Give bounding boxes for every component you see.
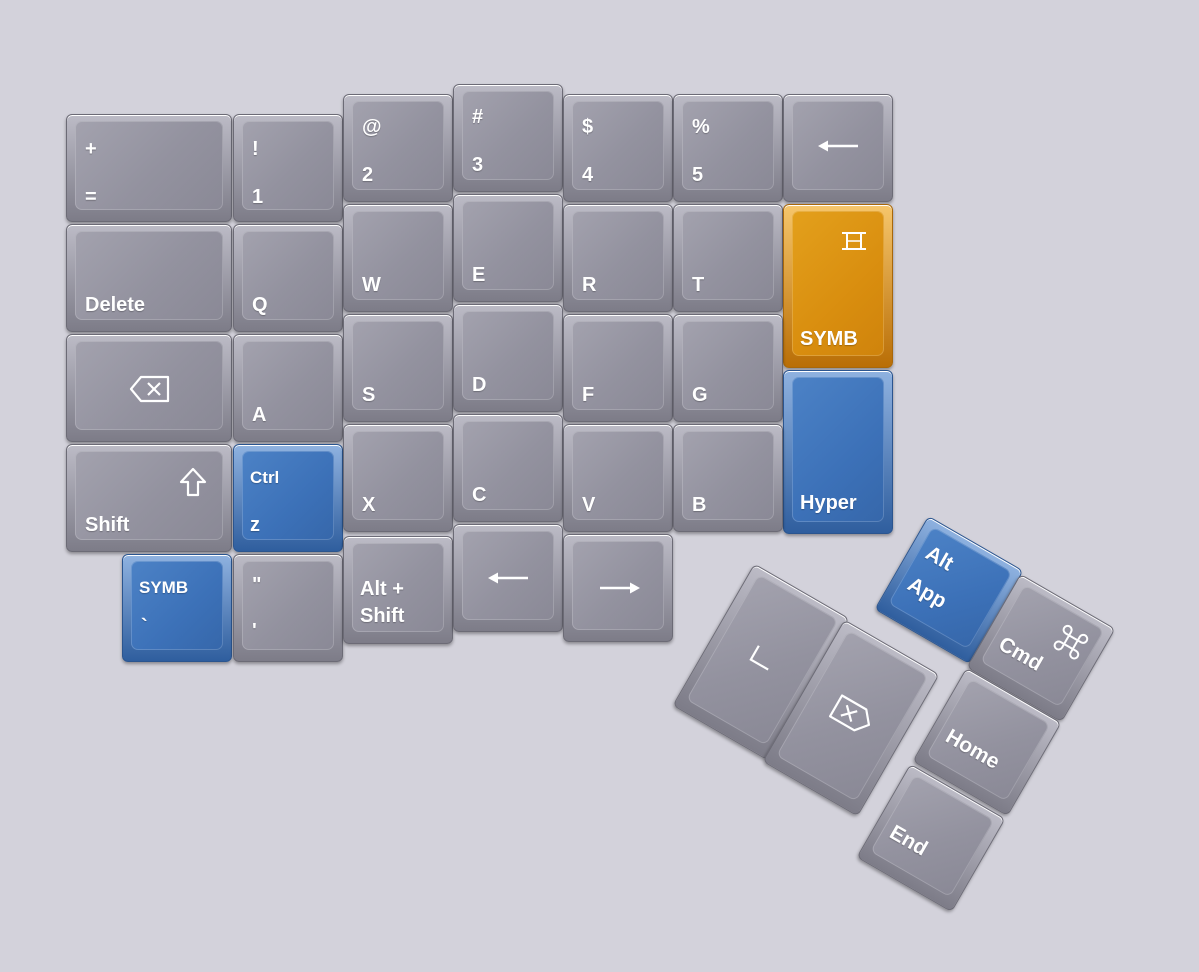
- key-delete-label: Delete: [85, 294, 146, 316]
- key-g[interactable]: G: [673, 314, 783, 422]
- key-3-base-label: 3: [472, 154, 484, 176]
- key-d[interactable]: D: [453, 304, 563, 412]
- key-b-label: B: [692, 494, 707, 516]
- key-q-label: Q: [252, 294, 268, 316]
- key-arrow-left[interactable]: [453, 524, 563, 632]
- key-e-label: E: [472, 264, 486, 286]
- key-c-label: C: [472, 484, 487, 506]
- key-2-base-label: 2: [362, 164, 374, 186]
- key-hyper-label: Hyper: [800, 492, 857, 514]
- key-d-label: D: [472, 374, 487, 396]
- key-quote[interactable]: " ': [233, 554, 343, 662]
- key-5[interactable]: % 5: [673, 94, 783, 202]
- key-alt-shift-line2: Shift: [360, 605, 405, 627]
- key-plus-equals[interactable]: + =: [66, 114, 232, 222]
- key-a[interactable]: A: [233, 334, 343, 442]
- key-4[interactable]: $ 4: [563, 94, 673, 202]
- left-arrow-icon: [818, 139, 860, 153]
- key-ctrl-z-mod-label: Ctrl: [250, 468, 280, 487]
- key-arrow-right[interactable]: [563, 534, 673, 642]
- key-f-label: F: [582, 384, 595, 406]
- key-2-shift-label: @: [362, 116, 382, 138]
- key-1-shift-label: !: [252, 138, 259, 160]
- key-r-label: R: [582, 274, 597, 296]
- key-q[interactable]: Q: [233, 224, 343, 332]
- key-alt-shift[interactable]: Alt + Shift: [343, 536, 453, 644]
- layer-toggle-icon: [840, 231, 868, 251]
- key-g-label: G: [692, 384, 708, 406]
- key-w-label: W: [362, 274, 381, 296]
- key-4-base-label: 4: [582, 164, 594, 186]
- key-t[interactable]: T: [673, 204, 783, 312]
- shift-arrow-icon: [179, 467, 207, 497]
- key-2[interactable]: @ 2: [343, 94, 453, 202]
- key-x[interactable]: X: [343, 424, 453, 532]
- key-shift-label: Shift: [85, 514, 130, 536]
- key-quote-shift-label: ": [252, 574, 262, 596]
- key-1-base-label: 1: [252, 186, 264, 208]
- key-alt-shift-line1: Alt +: [360, 578, 404, 600]
- key-shift[interactable]: Shift: [66, 444, 232, 552]
- key-s[interactable]: S: [343, 314, 453, 422]
- key-symb-layer[interactable]: SYMB: [783, 204, 893, 368]
- key-v-label: V: [582, 494, 596, 516]
- key-hyper[interactable]: Hyper: [783, 370, 893, 534]
- key-quote-base-label: ': [252, 620, 257, 642]
- key-symb-grave-tap-label: `: [141, 616, 148, 638]
- right-arrow-icon: [598, 581, 640, 595]
- key-r[interactable]: R: [563, 204, 673, 312]
- key-delete[interactable]: Delete: [66, 224, 232, 332]
- key-3[interactable]: # 3: [453, 84, 563, 192]
- key-5-shift-label: %: [692, 116, 710, 138]
- key-symb-layer-label: SYMB: [800, 328, 858, 350]
- key-left-arrow-top[interactable]: [783, 94, 893, 202]
- key-s-label: S: [362, 384, 376, 406]
- key-symb-grave-layer-label: SYMB: [139, 578, 189, 597]
- key-backspace[interactable]: [66, 334, 232, 442]
- key-x-label: X: [362, 494, 376, 516]
- key-f[interactable]: F: [563, 314, 673, 422]
- key-1[interactable]: ! 1: [233, 114, 343, 222]
- key-ctrl-z-tap-label: z: [250, 514, 260, 536]
- key-3-shift-label: #: [472, 106, 484, 128]
- key-w[interactable]: W: [343, 204, 453, 312]
- key-plus-equals-base-label: =: [85, 186, 97, 208]
- key-b[interactable]: B: [673, 424, 783, 532]
- key-symb-grave[interactable]: SYMB `: [122, 554, 232, 662]
- key-e[interactable]: E: [453, 194, 563, 302]
- key-5-base-label: 5: [692, 164, 704, 186]
- key-c[interactable]: C: [453, 414, 563, 522]
- key-a-label: A: [252, 404, 267, 426]
- key-ctrl-z[interactable]: Ctrl z: [233, 444, 343, 552]
- left-arrow-icon: [488, 571, 530, 585]
- key-t-label: T: [692, 274, 705, 296]
- backspace-icon: [129, 375, 171, 403]
- key-4-shift-label: $: [582, 116, 594, 138]
- key-v[interactable]: V: [563, 424, 673, 532]
- keyboard-layout: + = ! 1 @ 2 # 3 $ 4 % 5 Delete Q W E R T…: [0, 0, 1199, 972]
- key-plus-equals-shift-label: +: [85, 138, 97, 160]
